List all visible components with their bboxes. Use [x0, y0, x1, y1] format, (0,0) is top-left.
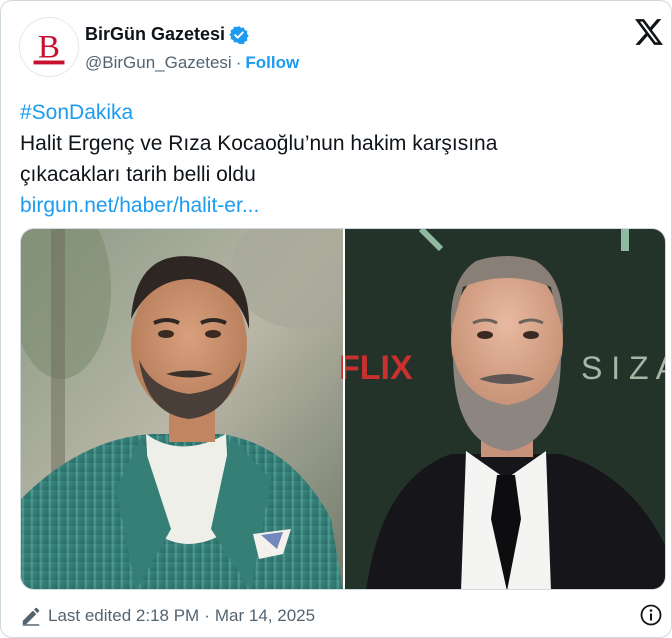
author-avatar[interactable]: B: [19, 17, 79, 77]
hashtag-link[interactable]: #SonDakika: [20, 101, 133, 124]
footer-separator: ·: [204, 606, 210, 625]
pencil-edit-icon: [22, 607, 40, 626]
birgun-logo-icon: B: [20, 18, 78, 76]
info-icon[interactable]: [639, 603, 663, 627]
author-handle[interactable]: @BirGun_Gazetesi: [85, 53, 232, 72]
avatar-letter: B: [38, 30, 60, 66]
tweet-text-line-1: Halit Ergenç ve Rıza Kocaoğlu’nun hakim …: [20, 132, 498, 155]
edited-time-link[interactable]: Last edited 2:18 PM: [48, 606, 199, 626]
right-photo: FLIX S I Z A: [339, 229, 666, 589]
handle-separator: ·: [235, 53, 242, 72]
author-name[interactable]: BirGün Gazetesi: [85, 24, 225, 45]
media-photo-collage: FLIX S I Z A: [21, 229, 666, 589]
tweet-date-link[interactable]: Mar 14, 2025: [215, 606, 315, 626]
tweet-embed-card: B BirGün Gazetesi @BirGun_Gazetesi · Follo…: [0, 0, 672, 638]
follow-button[interactable]: Follow: [245, 53, 299, 72]
x-logo-icon[interactable]: [635, 19, 663, 45]
verified-badge-icon: [229, 26, 249, 45]
article-link[interactable]: birgun.net/haber/halit-er...: [20, 194, 259, 217]
backdrop-text-siz: S I Z A: [581, 350, 666, 386]
left-photo: [21, 229, 371, 589]
tweet-media[interactable]: FLIX S I Z A: [20, 228, 666, 590]
author-handle-line: @BirGun_Gazetesi · Follow: [85, 53, 299, 73]
tweet-text-line-2: çıkacakları tarih belli oldu: [20, 163, 256, 186]
tweet-footer: Last edited 2:18 PM · Mar 14, 2025: [20, 604, 315, 628]
backdrop-text-flix: FLIX: [339, 349, 413, 387]
tweet-text: #SonDakika Halit Ergenç ve Rıza Kocaoğlu…: [20, 97, 650, 221]
